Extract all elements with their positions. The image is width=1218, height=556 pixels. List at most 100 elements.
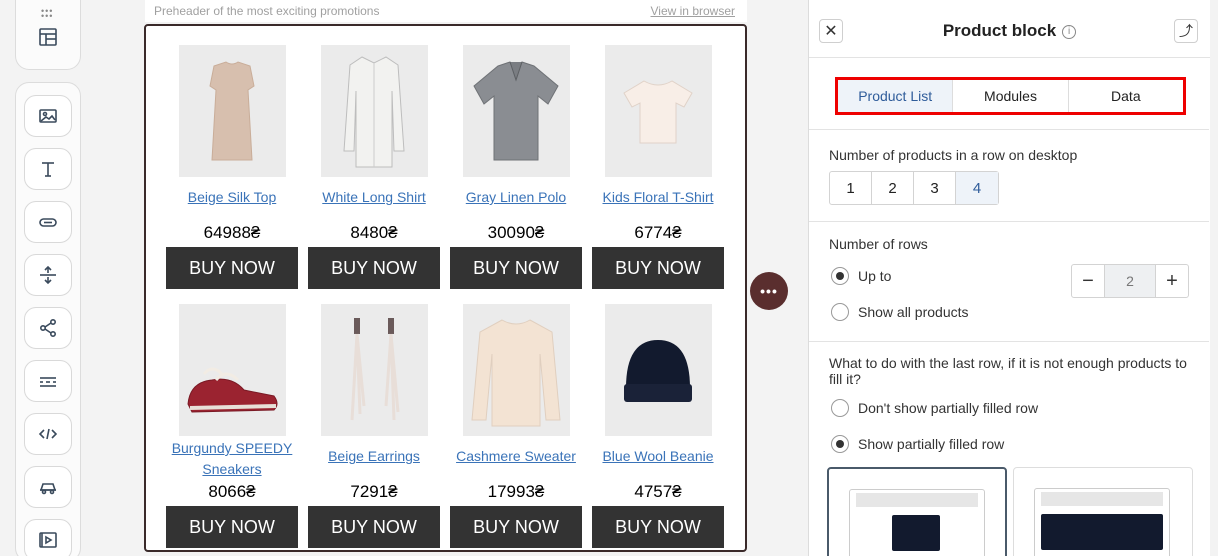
product-price: 8066₴ — [208, 482, 256, 501]
sneaker-icon — [187, 367, 278, 413]
polo-icon — [473, 61, 559, 161]
product-price: 8480₴ — [350, 223, 398, 242]
product-card[interactable]: Blue Wool Beanie 4757₴ BUY NOW — [592, 304, 724, 548]
product-name[interactable]: Cashmere Sweater — [450, 446, 582, 467]
product-block[interactable]: Beige Silk Top 64988₴ BUY NOW White Long… — [144, 24, 747, 552]
per-row-option-3[interactable]: 3 — [914, 172, 956, 204]
info-icon[interactable]: i — [1062, 24, 1077, 39]
product-name[interactable]: Blue Wool Beanie — [592, 446, 724, 467]
buy-now-button[interactable]: BUY NOW — [592, 247, 724, 289]
tab-data[interactable]: Data — [1069, 80, 1183, 112]
buy-now-button[interactable]: BUY NOW — [450, 247, 582, 289]
show-all-radio[interactable] — [831, 303, 849, 321]
product-name[interactable]: Beige Earrings — [308, 446, 440, 467]
code-icon — [38, 428, 58, 440]
tshirt-icon — [623, 80, 693, 144]
buy-now-button[interactable]: BUY NOW — [450, 506, 582, 548]
plus-icon: + — [1166, 269, 1178, 292]
text-block-button[interactable] — [24, 148, 72, 190]
layout-option-centered[interactable] — [827, 467, 1007, 556]
earrings-icon — [350, 318, 400, 421]
product-price: 30090₴ — [487, 223, 545, 242]
button-block-button[interactable] — [24, 201, 72, 243]
product-card[interactable]: Cashmere Sweater 17993₴ BUY NOW — [450, 304, 582, 548]
product-card[interactable]: Gray Linen Polo 30090₴ BUY NOW — [450, 45, 582, 289]
product-price: 7291₴ — [350, 482, 398, 501]
product-image — [604, 45, 712, 177]
export-button[interactable]: ⤴ — [1174, 19, 1198, 43]
product-card[interactable]: Burgundy SPEEDY Sneakers 8066₴ BUY NOW — [166, 304, 298, 548]
per-row-label: Number of products in a row on desktop — [829, 147, 1078, 163]
up-to-option[interactable]: Up to — [831, 267, 891, 285]
product-name[interactable]: Gray Linen Polo — [450, 187, 582, 208]
product-name[interactable]: Beige Silk Top — [166, 187, 298, 208]
increment-button[interactable]: + — [1156, 265, 1188, 297]
divider-block-button[interactable] — [24, 360, 72, 402]
show-all-option[interactable]: Show all products — [831, 303, 969, 321]
buy-now-button[interactable]: BUY NOW — [308, 506, 440, 548]
rows-value[interactable]: 2 — [1104, 265, 1156, 297]
divider-icon — [40, 377, 56, 387]
image-icon — [39, 109, 57, 123]
settings-panel: ✕ Product block i ⤴ Product List Modules … — [808, 0, 1210, 556]
buy-now-button[interactable]: BUY NOW — [166, 506, 298, 548]
buy-now-button[interactable]: BUY NOW — [166, 247, 298, 289]
layout-option-stretched[interactable] — [1013, 467, 1193, 556]
rows-label: Number of rows — [829, 236, 928, 252]
tab-modules[interactable]: Modules — [953, 80, 1069, 112]
product-image — [462, 304, 570, 436]
product-price: 6774₴ — [634, 223, 682, 242]
product-name[interactable]: White Long Shirt — [308, 187, 440, 208]
rows-stepper: − 2 + — [1071, 264, 1189, 298]
per-row-option-2[interactable]: 2 — [872, 172, 914, 204]
car-icon — [39, 483, 57, 495]
spacer-block-button[interactable] — [24, 254, 72, 296]
product-name[interactable]: Kids Floral T-Shirt — [592, 187, 724, 208]
image-block-button[interactable] — [24, 95, 72, 137]
show-partial-radio[interactable] — [831, 435, 849, 453]
video-block-button[interactable] — [24, 519, 72, 556]
layout-preview-bar — [856, 493, 978, 507]
show-partial-label: Show partially filled row — [858, 436, 1005, 452]
per-row-option-4[interactable]: 4 — [956, 172, 998, 204]
dont-show-label: Don't show partially filled row — [858, 400, 1039, 416]
up-to-radio[interactable] — [831, 267, 849, 285]
html-block-button[interactable] — [24, 413, 72, 455]
product-card[interactable]: Kids Floral T-Shirt 6774₴ BUY NOW — [592, 45, 724, 289]
product-image — [320, 45, 428, 177]
buy-now-button[interactable]: BUY NOW — [592, 506, 724, 548]
per-row-option-1[interactable]: 1 — [830, 172, 872, 204]
drag-handle-icon[interactable]: ••• ••• — [41, 7, 53, 21]
product-price: 4757₴ — [634, 482, 682, 501]
show-partial-option[interactable]: Show partially filled row — [831, 435, 1004, 453]
layout-preview-block — [1041, 514, 1163, 550]
more-options-button[interactable]: ••• — [750, 272, 788, 310]
view-in-browser-link[interactable]: View in browser — [651, 4, 735, 18]
more-icon: ••• — [760, 283, 778, 299]
beanie-icon — [624, 340, 692, 402]
decrement-button[interactable]: − — [1072, 265, 1104, 297]
layout-icon[interactable] — [37, 26, 59, 48]
product-block-button[interactable] — [24, 466, 72, 508]
product-image — [178, 45, 286, 177]
product-card[interactable]: Beige Earrings 7291₴ BUY NOW — [308, 304, 440, 548]
tab-product-list[interactable]: Product List — [838, 80, 954, 112]
dont-show-option[interactable]: Don't show partially filled row — [831, 399, 1038, 417]
preheader-text: Preheader of the most exciting promotion… — [154, 4, 380, 18]
dont-show-radio[interactable] — [831, 399, 849, 417]
product-price: 64988₴ — [203, 223, 261, 242]
text-icon — [42, 162, 54, 177]
layout-preview — [849, 489, 985, 556]
up-to-label: Up to — [858, 268, 892, 284]
product-image — [320, 304, 428, 436]
product-card[interactable]: Beige Silk Top 64988₴ BUY NOW — [166, 45, 298, 289]
product-card[interactable]: White Long Shirt 8480₴ BUY NOW — [308, 45, 440, 289]
buy-now-button[interactable]: BUY NOW — [308, 247, 440, 289]
product-name[interactable]: Burgundy SPEEDY Sneakers — [166, 438, 298, 480]
product-price: 17993₴ — [487, 482, 545, 501]
tab-bar: Product List Modules Data — [838, 80, 1183, 112]
social-block-button[interactable] — [24, 307, 72, 349]
shirt-icon — [343, 56, 405, 168]
product-image — [178, 304, 286, 436]
button-icon — [39, 218, 57, 227]
